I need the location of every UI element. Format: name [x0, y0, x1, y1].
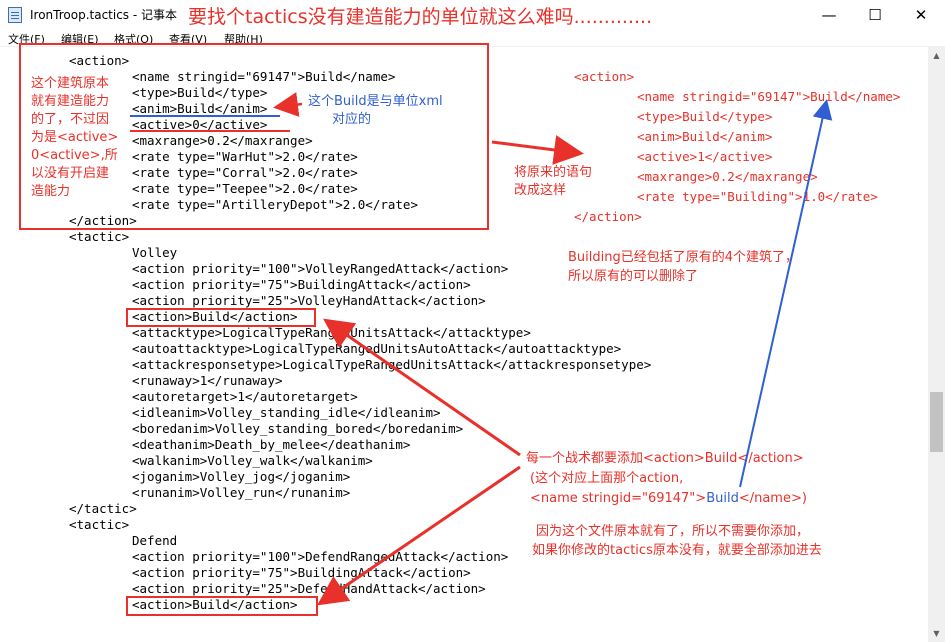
code-line: <action priority="100">DefendRangedAttac… — [132, 549, 509, 564]
code-line: Defend — [132, 533, 178, 548]
new-code-line: <type>Build</type> — [637, 109, 773, 124]
blue-note-line: 对应的 — [332, 112, 372, 127]
tactic-note-name-line: <name stringid="69147">Build</name>) — [530, 490, 807, 508]
left-note-line: 造能力 — [31, 184, 71, 199]
code-line: <deathanim>Death_by_melee</deathanim> — [132, 437, 411, 452]
code-line: <attackresponsetype>LogicalTypeRangedUni… — [132, 357, 652, 372]
left-note-line: 以没有开启建 — [31, 166, 110, 181]
vertical-scrollbar[interactable]: ▲ ▼ — [928, 47, 945, 642]
left-note-line: 这个建筑原本 — [31, 76, 110, 91]
new-code-line: <maxrange>0.2</maxrange> — [637, 169, 818, 184]
left-note-line: 0<active>,所 — [31, 148, 118, 163]
tactic-note-line: 每一个战术都要添加<action>Build</action> — [526, 451, 804, 466]
building-note-line: Building已经包括了原有的4个建筑了， — [568, 250, 799, 265]
scroll-thumb[interactable] — [930, 392, 943, 452]
left-note-line: 就有建造能力 — [31, 94, 110, 109]
code-line: <action priority="75">BuildingAttack</ac… — [132, 565, 471, 580]
code-line: <tactic> — [69, 229, 130, 244]
minimize-button[interactable]: — — [806, 0, 852, 30]
new-code-line: <active>1</active> — [637, 149, 773, 164]
title-bar: IronTroop.tactics - 记事本 要找个tactics没有建造能力… — [0, 0, 945, 30]
code-line: Volley — [132, 245, 178, 260]
tactic-note-line: 因为这个文件原本就有了，所以不需要你添加， — [536, 524, 810, 539]
code-line: <attacktype>LogicalTypeRangedUnitsAttack… — [132, 325, 531, 340]
code-line: <runanim>Volley_run</runanim> — [132, 485, 351, 500]
code-line: <action priority="25">DefendHandAttack</… — [132, 581, 486, 596]
code-line: <tactic> — [69, 517, 130, 532]
code-line: <action priority="75">BuildingAttack</ac… — [132, 277, 471, 292]
code-line: </tactic> — [69, 501, 137, 516]
blue-note-line: 这个Build是与单位xml — [308, 94, 443, 109]
tactic-note-line: 如果你修改的tactics原本没有，就要全部添加进去 — [532, 543, 822, 558]
code-line: <action priority="100">VolleyRangedAttac… — [132, 261, 509, 276]
code-line: <walkanim>Volley_walk</walkanim> — [132, 453, 373, 468]
new-code-line: <action> — [574, 69, 635, 84]
code-line: <joganim>Volley_jog</joganim> — [132, 469, 351, 484]
notepad-icon — [8, 7, 22, 23]
tactic-note-part: </name>) — [738, 491, 807, 506]
code-line: <idleanim>Volley_standing_idle</idleanim… — [132, 405, 441, 420]
close-button[interactable]: ✕ — [898, 0, 944, 30]
code-line: <autoretarget>1</autoretarget> — [132, 389, 358, 404]
defend-build-box — [126, 596, 318, 616]
tactic-note-line: (这个对应上面那个action, — [530, 471, 684, 486]
code-line: <action priority="25">VolleyHandAttack</… — [132, 293, 486, 308]
new-code-line: <anim>Build</anim> — [637, 129, 773, 144]
scroll-up-icon[interactable]: ▲ — [928, 47, 945, 64]
maximize-button[interactable]: ☐ — [852, 0, 898, 30]
volley-build-box — [126, 308, 316, 327]
title-annotation: 要找个tactics没有建造能力的单位就这么难吗............. — [188, 6, 653, 28]
new-code-line: </action> — [574, 209, 642, 224]
scroll-down-icon[interactable]: ▼ — [928, 625, 945, 642]
code-line: <boredanim>Volley_standing_bored</boreda… — [132, 421, 464, 436]
window-title: IronTroop.tactics - 记事本 — [30, 8, 178, 22]
change-note-line: 改成这样 — [514, 183, 567, 198]
building-note-line: 所以原有的可以删除了 — [568, 269, 699, 284]
new-code-line: <rate type="Building">1.0</rate> — [637, 189, 878, 204]
code-line: <autoattacktype>LogicalTypeRangedUnitsAu… — [132, 341, 622, 356]
tactic-note-build: Build — [706, 491, 739, 506]
change-note-line: 将原来的语句 — [514, 165, 593, 180]
tactic-note-part: <name stringid="69147"> — [530, 491, 707, 506]
left-note-line: 的了，不过因 — [31, 112, 110, 127]
new-code-line: <name stringid="69147">Build</name> — [637, 89, 901, 104]
left-note-line: 为是<active> — [31, 130, 119, 145]
code-line: <runaway>1</runaway> — [132, 373, 283, 388]
